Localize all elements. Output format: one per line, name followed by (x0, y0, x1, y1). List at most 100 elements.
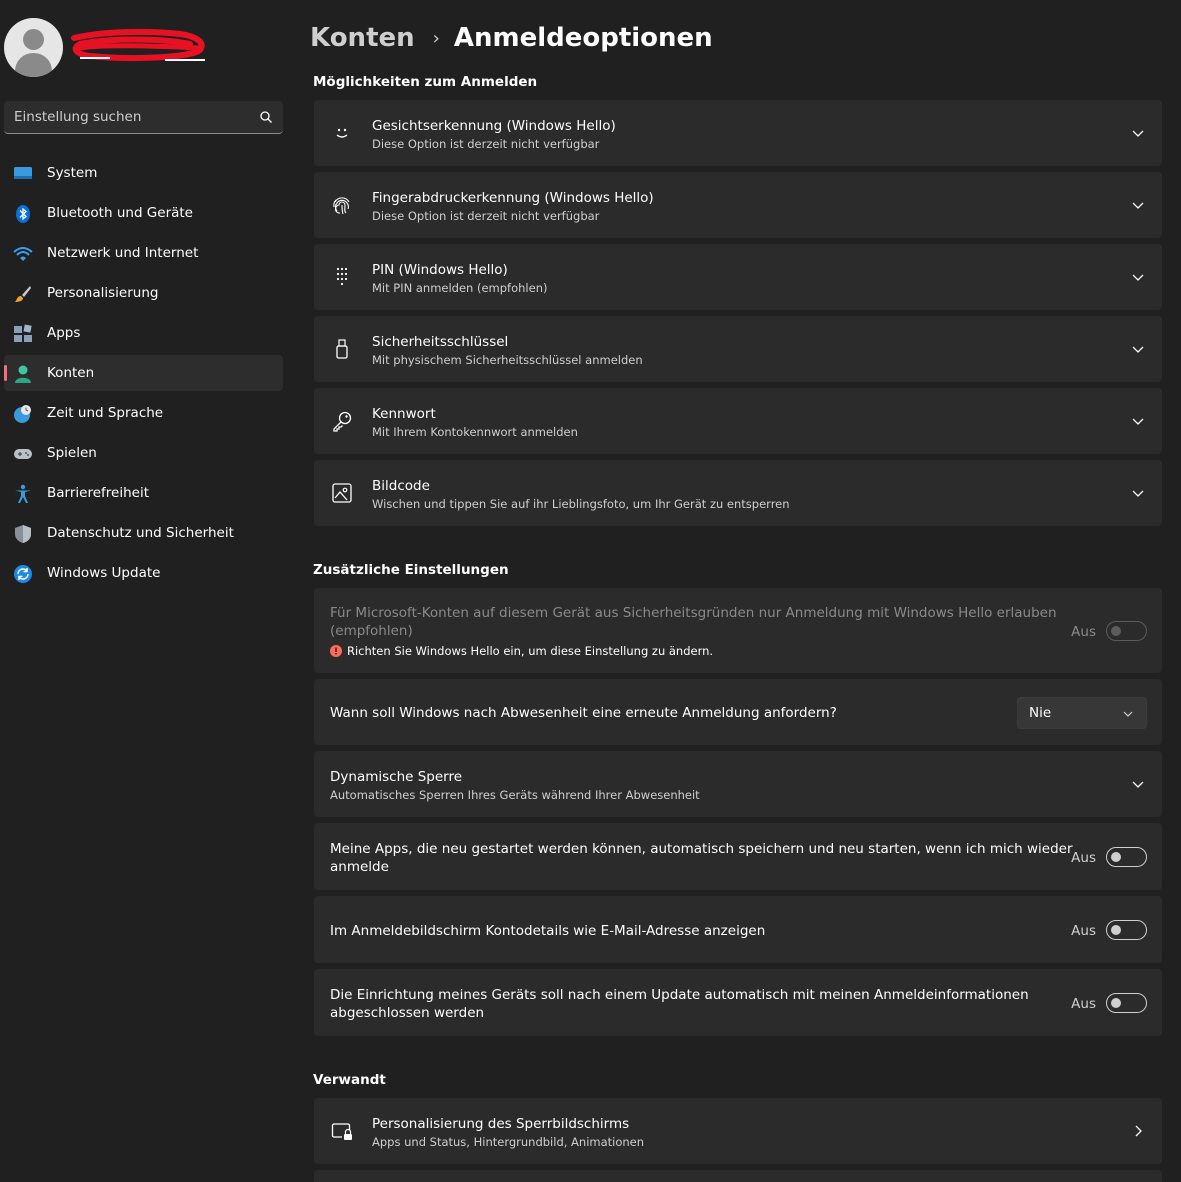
chevron-down-icon (1123, 711, 1133, 717)
sidebar-item-label: Windows Update (47, 565, 161, 581)
setting-label: Meine Apps, die neu gestartet werden kön… (330, 841, 1073, 857)
update-icon (14, 565, 32, 583)
sidebar-item-label: Apps (47, 325, 81, 341)
chevron-down-icon[interactable] (1131, 126, 1145, 140)
warning-text: Richten Sie Windows Hello ein, um diese … (347, 644, 714, 658)
toggle-state-label: Aus (1071, 624, 1096, 640)
page-title: Anmeldeoptionen (453, 23, 713, 53)
shield-icon (15, 525, 31, 543)
setting-label: Wann soll Windows nach Abwesenheit eine … (330, 705, 837, 721)
user-profile[interactable] (4, 18, 284, 78)
signin-option-fingerprint[interactable]: Fingerabdruckerkennung (Windows Hello) D… (314, 172, 1162, 238)
sidebar-item-label: Datenschutz und Sicherheit (47, 525, 234, 541)
setting-label-continued: anmelde (330, 859, 389, 875)
brush-icon (15, 286, 31, 302)
setting-label: Im Anmeldebildschirm Kontodetails wie E-… (330, 923, 766, 939)
sidebar-item-personalization[interactable]: Personalisierung (4, 275, 283, 311)
setting-label: Die Einrichtung meines Geräts soll nach … (330, 987, 1029, 1003)
key-icon (333, 411, 352, 432)
option-subtitle: Mit Ihrem Kontokennwort anmelden (372, 425, 578, 439)
bluetooth-icon (16, 205, 30, 223)
option-title: Kennwort (372, 406, 436, 422)
reauth-dropdown[interactable]: Nie (1017, 697, 1147, 729)
section-title-related: Verwandt (313, 1072, 386, 1088)
sidebar-item-label: Bluetooth und Geräte (47, 205, 193, 221)
auto-finish-toggle[interactable] (1106, 993, 1147, 1013)
sidebar-item-label: Zeit und Sprache (47, 405, 164, 421)
chevron-right-icon[interactable] (1131, 1124, 1145, 1138)
picture-icon (332, 483, 352, 503)
globe-clock-icon (14, 405, 31, 423)
chevron-down-icon[interactable] (1131, 486, 1145, 500)
search-icon[interactable] (259, 110, 273, 124)
sidebar-item-label: Netzwerk und Internet (47, 245, 199, 261)
hello-only-toggle[interactable] (1106, 621, 1147, 641)
setting-subtitle: Automatisches Sperren Ihres Geräts währe… (330, 788, 700, 802)
sidebar-item-apps[interactable]: Apps (4, 315, 283, 351)
setting-label: Dynamische Sperre (330, 769, 463, 785)
section-title-additional: Zusätzliche Einstellungen (313, 562, 509, 578)
option-subtitle: Diese Option ist derzeit nicht verfügbar (372, 137, 600, 151)
sidebar-item-accessibility[interactable]: Barrierefreiheit (4, 475, 283, 511)
toggle-state-label: Aus (1071, 850, 1096, 866)
sidebar-item-bluetooth[interactable]: Bluetooth und Geräte (4, 195, 283, 231)
option-title: PIN (Windows Hello) (372, 262, 508, 278)
signin-option-security-key[interactable]: Sicherheitsschlüssel Mit physischem Sich… (314, 316, 1162, 382)
sidebar-nav: System Bluetooth und Geräte Netzwerk und… (4, 155, 283, 595)
sidebar: System Bluetooth und Geräte Netzwerk und… (0, 0, 296, 1182)
fingerprint-icon (333, 197, 350, 215)
signin-option-picture-password[interactable]: Bildcode Wischen und tippen Sie auf ihr … (314, 460, 1162, 526)
chevron-down-icon[interactable] (1131, 342, 1145, 356)
signin-option-password[interactable]: Kennwort Mit Ihrem Kontokennwort anmelde… (314, 388, 1162, 454)
setting-label: Für Microsoft-Konten auf diesem Gerät au… (330, 605, 1057, 621)
chevron-down-icon[interactable] (1131, 414, 1145, 428)
option-title: Bildcode (372, 478, 430, 494)
related-next-card[interactable] (314, 1170, 1162, 1182)
keypad-icon (336, 267, 348, 286)
option-subtitle: Mit physischem Sicherheitsschlüssel anme… (372, 353, 643, 367)
sidebar-item-time-language[interactable]: Zeit und Sprache (4, 395, 283, 431)
sidebar-item-windows-update[interactable]: Windows Update (4, 555, 283, 591)
chevron-down-icon[interactable] (1131, 270, 1145, 284)
chevron-down-icon[interactable] (1131, 198, 1145, 212)
sidebar-item-system[interactable]: System (4, 155, 283, 191)
option-title: Gesichtserkennung (Windows Hello) (372, 118, 616, 134)
sidebar-item-label: System (47, 165, 98, 181)
account-icon (15, 365, 31, 383)
search-input[interactable] (4, 101, 244, 133)
setting-dynamic-lock[interactable]: Dynamische Sperre Automatisches Sperren … (314, 751, 1162, 817)
chevron-down-icon[interactable] (1131, 777, 1145, 791)
setting-label-continued: (empfohlen) (330, 623, 413, 639)
sidebar-item-gaming[interactable]: Spielen (4, 435, 283, 471)
accessibility-icon (15, 484, 31, 503)
section-title-signin: Möglichkeiten zum Anmelden (313, 74, 538, 90)
face-icon (336, 128, 348, 138)
sidebar-item-label: Personalisierung (47, 285, 159, 301)
restart-apps-toggle[interactable] (1106, 847, 1147, 867)
toggle-state-label: Aus (1071, 923, 1096, 939)
warning-icon (330, 645, 342, 657)
system-icon (14, 167, 32, 179)
toggle-state-label: Aus (1071, 996, 1096, 1012)
related-title: Personalisierung des Sperrbildschirms (372, 1116, 630, 1132)
search-box[interactable] (4, 101, 283, 134)
account-details-toggle[interactable] (1106, 920, 1147, 940)
gamepad-icon (14, 449, 32, 459)
setting-hello-only: Für Microsoft-Konten auf diesem Gerät au… (314, 588, 1162, 673)
signin-option-pin[interactable]: PIN (Windows Hello) Mit PIN anmelden (em… (314, 244, 1162, 310)
setting-label-continued: abgeschlossen werden (330, 1005, 485, 1021)
setting-restart-apps: Meine Apps, die neu gestartet werden kön… (314, 823, 1162, 890)
sidebar-item-label: Konten (47, 365, 95, 381)
sidebar-item-network[interactable]: Netzwerk und Internet (4, 235, 283, 271)
setting-account-details: Im Anmeldebildschirm Kontodetails wie E-… (314, 896, 1162, 963)
sidebar-item-privacy[interactable]: Datenschutz und Sicherheit (4, 515, 283, 551)
avatar (4, 18, 63, 77)
sidebar-item-accounts[interactable]: Konten (4, 355, 283, 391)
breadcrumb-parent-link[interactable]: Konten (310, 23, 415, 53)
related-lock-screen[interactable]: Personalisierung des Sperrbildschirms Ap… (314, 1098, 1162, 1164)
signin-option-face[interactable]: Gesichtserkennung (Windows Hello) Diese … (314, 100, 1162, 166)
setting-reauth: Wann soll Windows nach Abwesenheit eine … (314, 679, 1162, 745)
setting-auto-finish: Die Einrichtung meines Geräts soll nach … (314, 969, 1162, 1036)
breadcrumb: Konten › Anmeldeoptionen (310, 18, 713, 58)
option-title: Sicherheitsschlüssel (372, 334, 509, 350)
